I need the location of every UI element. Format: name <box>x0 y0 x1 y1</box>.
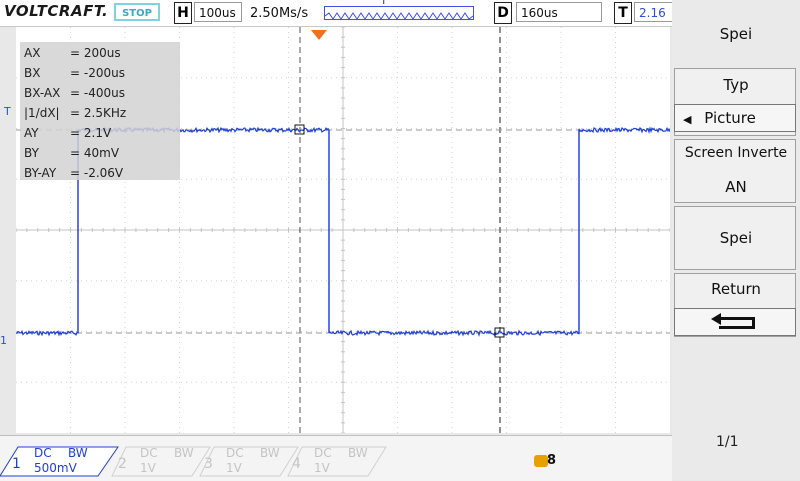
channel-3-tab[interactable]: 3 DC BW 1V <box>200 446 282 476</box>
cursor-value: = 2.5KHz <box>70 106 127 120</box>
sample-rate: 2.50Ms/s <box>250 6 309 21</box>
cursor-label: BX-AX <box>24 86 61 100</box>
cursor-label: AY <box>24 126 39 140</box>
channel-scale: 500mV <box>34 461 77 475</box>
channel-coupling: DC <box>314 446 332 460</box>
save-label: Spei <box>719 229 753 247</box>
channel-scale: 1V <box>314 461 330 475</box>
channel-scale: 1V <box>140 461 156 475</box>
cursor-label: BX <box>24 66 41 80</box>
timebase-value[interactable]: 100us <box>194 2 242 22</box>
cursor-label: BY-AY <box>24 166 57 180</box>
type-select[interactable]: ◀ Picture <box>674 104 796 132</box>
type-value: Picture <box>704 109 756 127</box>
brand-logo: VOLTCRAFT. <box>4 2 109 20</box>
memory-trigger-marker: T <box>381 0 387 7</box>
trigger-level-marker[interactable]: T <box>4 105 11 118</box>
cursor-value: = -400us <box>70 86 125 100</box>
type-label: Typ <box>723 76 749 94</box>
delay-label: D <box>494 2 512 24</box>
return-button[interactable] <box>674 308 796 336</box>
channel-num: 4 <box>292 456 301 472</box>
channel-4-tab[interactable]: 4 DC BW 1V <box>288 446 370 476</box>
page-indicator: 1/1 <box>716 434 739 450</box>
return-arrow-icon <box>711 313 755 329</box>
channel-num: 2 <box>118 456 127 472</box>
channel1-ground-marker[interactable]: 1 <box>0 334 7 347</box>
left-arrow-icon: ◀ <box>683 113 692 126</box>
trigger-level-value[interactable]: 2.16 <box>634 2 672 22</box>
top-status-bar: VOLTCRAFT. STOP H 100us 2.50Ms/s T D 160… <box>0 0 672 27</box>
return-label: Return <box>711 280 761 298</box>
memory-depth-indicator <box>324 6 474 20</box>
trigger-label: T <box>614 2 632 24</box>
menu-panel: Spei Typ ◀ Picture Screen Inverte AN Spe… <box>672 0 800 480</box>
channel-bw: BW <box>348 446 368 460</box>
channel-scale: 1V <box>226 461 242 475</box>
channel-1-tab[interactable]: 1 DC BW 500mV <box>8 446 90 476</box>
cursor-value: = -2.06V <box>70 166 124 180</box>
channel-num: 1 <box>12 456 21 472</box>
screen-inverted-label: Screen Inverte <box>684 145 788 161</box>
cursor-value: = 2.1V <box>70 126 112 140</box>
channel-num: 3 <box>204 456 213 472</box>
cursor-label: |1/dX| <box>24 106 60 120</box>
channel-coupling: DC <box>140 446 158 460</box>
menu-title: Spei <box>719 25 753 43</box>
horizontal-label: H <box>174 2 192 24</box>
cursor-value: = -200us <box>70 66 125 80</box>
cursor-label: BY <box>24 146 39 160</box>
delay-value[interactable]: 160us <box>516 2 602 22</box>
channel-bw: BW <box>68 446 88 460</box>
cursor-value: = 40mV <box>70 146 120 160</box>
channel-coupling: DC <box>226 446 244 460</box>
channel-bw: BW <box>260 446 280 460</box>
memory-wave-icon <box>324 12 474 20</box>
usb-storage-icon: 8 <box>534 453 560 469</box>
channel-bw: BW <box>174 446 194 460</box>
run-stop-status[interactable]: STOP <box>114 3 160 21</box>
trigger-position-marker[interactable] <box>311 30 327 40</box>
screen-inverted-value: AN <box>725 178 747 196</box>
cursor-label: AX <box>24 46 41 60</box>
channel-coupling: DC <box>34 446 52 460</box>
cursor-value: = 200us <box>70 46 121 60</box>
channel-2-tab[interactable]: 2 DC BW 1V <box>114 446 196 476</box>
